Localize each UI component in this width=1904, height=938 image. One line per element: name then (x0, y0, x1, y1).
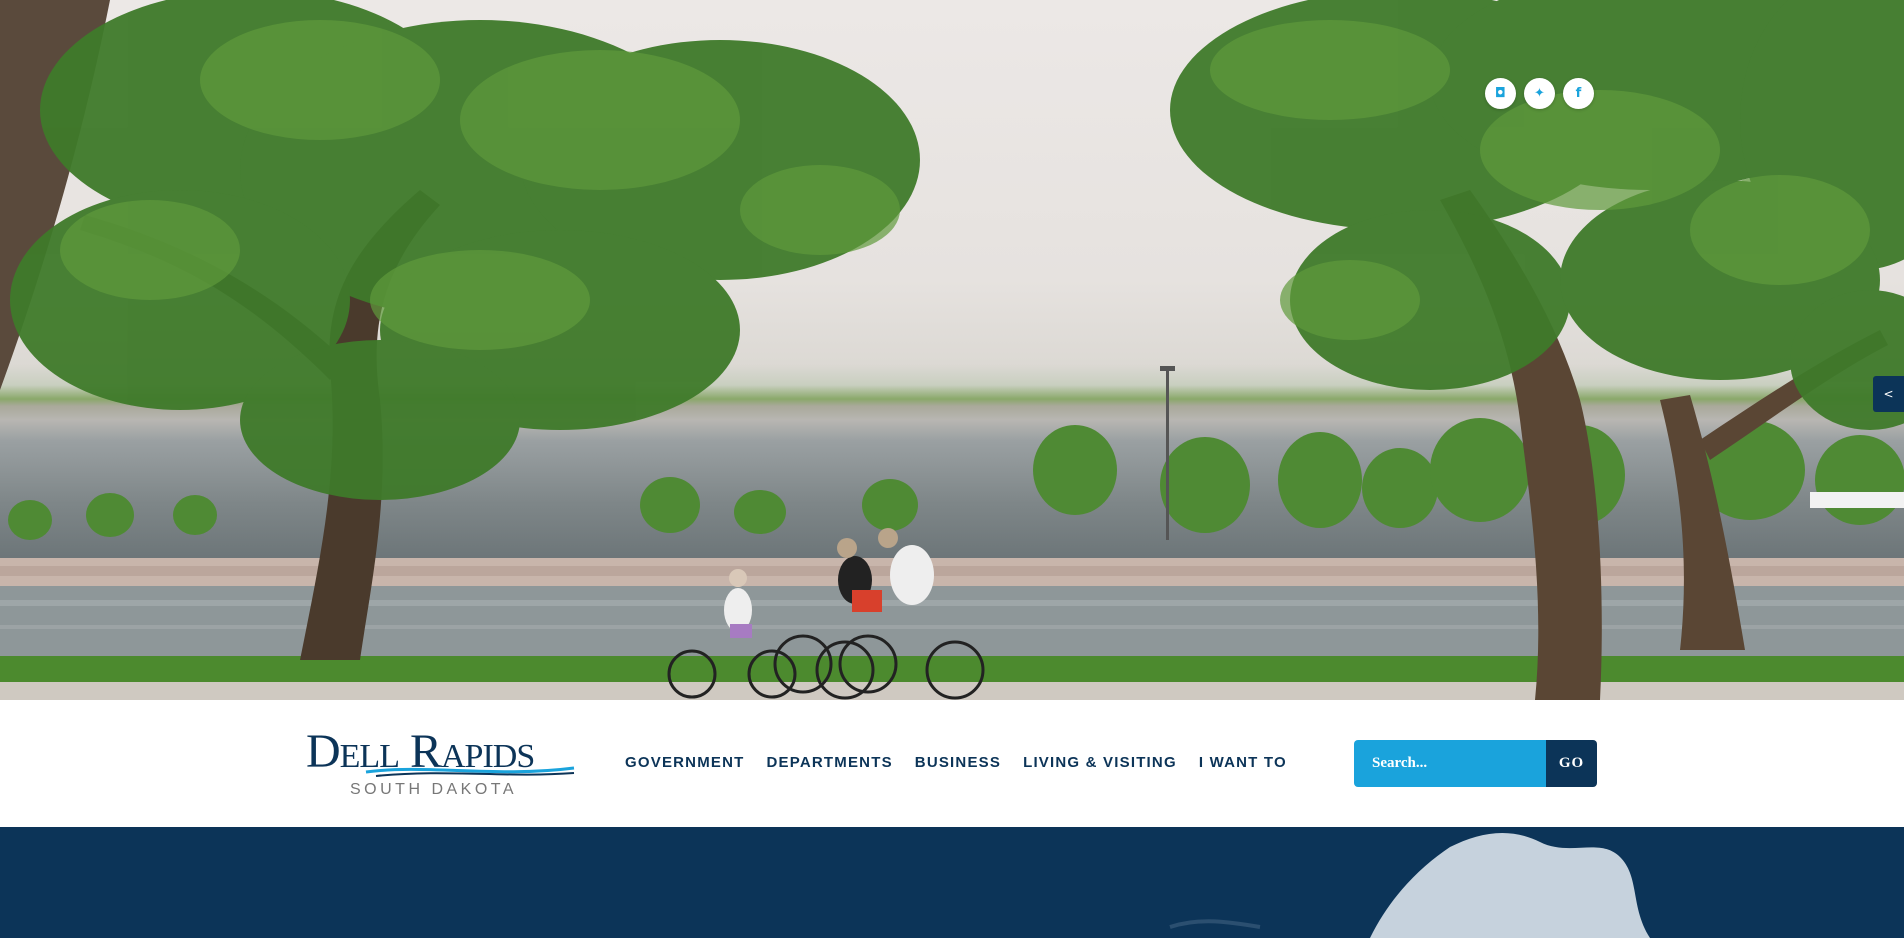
share-icon: < (1883, 387, 1894, 401)
primary-nav: GOVERNMENT DEPARTMENTS BUSINESS LIVING &… (625, 754, 1287, 771)
twitter-icon[interactable]: ✦ (1524, 78, 1555, 109)
site-search: GO (1354, 740, 1597, 787)
nav-item-business[interactable]: BUSINESS (915, 754, 1001, 771)
search-input[interactable] (1354, 740, 1546, 787)
site-logo[interactable]: Dell Rapids SOUTH DAKOTA (306, 726, 576, 802)
nav-item-living-visiting[interactable]: LIVING & VISITING (1023, 754, 1177, 771)
search-go-button[interactable]: GO (1546, 740, 1597, 787)
hero-scene (0, 0, 1904, 700)
logo-wave-icon (365, 766, 575, 777)
social-links: ◘ ✦ f (1485, 78, 1594, 109)
facebook-icon[interactable]: f (1563, 78, 1594, 109)
share-tab[interactable]: < (1873, 376, 1904, 412)
logo-subtitle: SOUTH DAKOTA (350, 781, 518, 798)
instagram-icon[interactable]: ◘ (1485, 78, 1516, 109)
nav-item-departments[interactable]: DEPARTMENTS (767, 754, 893, 771)
nav-item-government[interactable]: GOVERNMENT (625, 754, 745, 771)
band-decoration (1169, 832, 1650, 938)
nav-item-i-want-to[interactable]: I WANT TO (1199, 754, 1287, 771)
hero-image: ◘ ✦ f < (0, 0, 1904, 700)
content-band (0, 827, 1904, 938)
